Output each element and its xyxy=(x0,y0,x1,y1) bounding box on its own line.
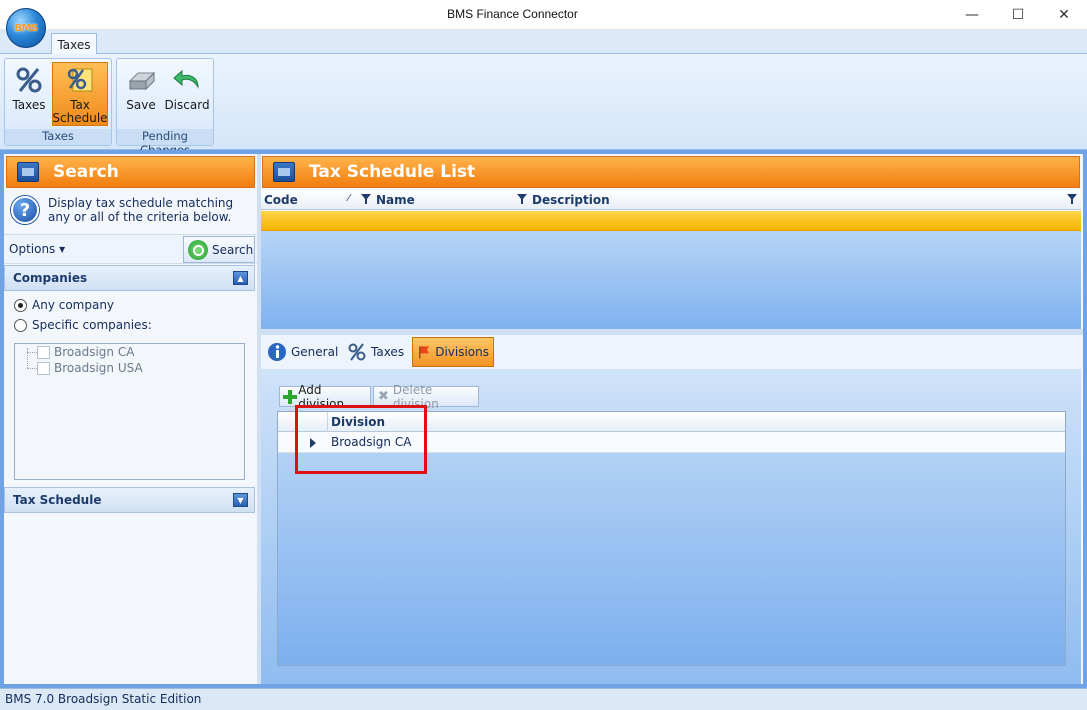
tab-divisions[interactable]: Divisions xyxy=(412,337,494,367)
tax-schedule-icon xyxy=(64,65,96,96)
options-row: Options ▾ Search xyxy=(4,234,257,264)
ribbon-tab-strip: Taxes xyxy=(0,30,1087,55)
tab-taxes[interactable]: Taxes xyxy=(343,337,408,367)
ribbon-group-label-pending: Pending Changes xyxy=(117,129,213,157)
ribbon-group-label-taxes: Taxes xyxy=(5,129,111,145)
radio-specific-label: Specific companies: xyxy=(32,318,152,332)
help-row: ? Display tax schedule matching any or a… xyxy=(8,194,253,230)
discard-button-label: Discard xyxy=(164,98,210,112)
search-panel-title: Search xyxy=(53,162,119,182)
tree-connector xyxy=(27,348,28,368)
help-text: Display tax schedule matching any or all… xyxy=(48,196,234,224)
annotation-highlight-box xyxy=(295,405,427,474)
tree-item-company[interactable]: Broadsign USA xyxy=(37,361,143,375)
undo-icon xyxy=(171,64,203,96)
radio-any-label: Any company xyxy=(32,298,115,312)
search-panel: Search ? Display tax schedule matching a… xyxy=(4,154,257,684)
tree-connector xyxy=(27,368,37,369)
info-icon xyxy=(268,343,286,361)
checkbox[interactable] xyxy=(37,361,50,375)
maximize-button[interactable]: ☐ xyxy=(995,0,1041,30)
tax-schedule-section-title: Tax Schedule xyxy=(13,493,102,507)
ribbon-group-taxes: Taxes Tax Schedule Taxes xyxy=(4,58,112,146)
list-panel-title: Tax Schedule List xyxy=(309,162,476,182)
minimize-button[interactable]: — xyxy=(949,0,995,30)
title-bar: BMS Finance Connector — ☐ ✕ xyxy=(0,0,1087,30)
tree-connector xyxy=(27,352,37,353)
delete-division-button[interactable]: ✖ Delete division xyxy=(373,383,479,411)
search-icon xyxy=(188,239,208,260)
companies-section-header[interactable]: Companies ▲ xyxy=(4,265,255,291)
filter-icon[interactable] xyxy=(1067,194,1077,205)
taxes-button-label: Taxes xyxy=(12,98,46,112)
folder-icon xyxy=(17,162,39,182)
column-header-description[interactable]: Description xyxy=(532,193,610,207)
checkbox[interactable] xyxy=(37,345,50,359)
taxes-button[interactable]: Taxes xyxy=(7,62,51,126)
company-tree: Broadsign CA Broadsign USA xyxy=(14,343,245,480)
plus-icon xyxy=(283,389,298,404)
save-button[interactable]: Save xyxy=(122,62,160,126)
frame-border xyxy=(1083,150,1087,688)
ribbon-tab-taxes[interactable]: Taxes xyxy=(51,33,97,55)
detail-tab-strip: General Taxes Divisions xyxy=(261,335,1081,369)
radio-specific-companies[interactable]: Specific companies: xyxy=(14,318,152,332)
companies-section-title: Companies xyxy=(13,271,88,285)
window-title: BMS Finance Connector xyxy=(447,7,578,21)
discard-button[interactable]: Discard xyxy=(163,62,211,126)
search-button[interactable]: Search xyxy=(183,236,255,263)
radio-any-company[interactable]: Any company xyxy=(14,298,114,312)
tax-schedule-section-header[interactable]: Tax Schedule ▼ xyxy=(4,487,255,513)
status-bar: BMS 7.0 Broadsign Static Edition xyxy=(0,688,1087,710)
radio-button-selected[interactable] xyxy=(14,298,27,312)
add-division-button[interactable]: Add division xyxy=(279,383,371,411)
search-button-label: Search xyxy=(212,242,254,257)
list-panel-header: Tax Schedule List xyxy=(262,156,1080,188)
save-button-label: Save xyxy=(126,98,156,112)
column-header-name[interactable]: Name xyxy=(376,193,415,207)
search-panel-header: Search xyxy=(6,156,255,188)
list-grid-header: Code ⁄ Name Description xyxy=(261,190,1081,210)
app-logo-icon[interactable]: BMS xyxy=(6,8,46,48)
company-label: Broadsign CA xyxy=(54,345,135,359)
expand-down-icon[interactable]: ▼ xyxy=(233,493,248,507)
collapse-up-icon[interactable]: ▲ xyxy=(233,271,248,285)
save-icon xyxy=(125,64,157,96)
tree-item-company[interactable]: Broadsign CA xyxy=(37,345,134,359)
selected-row[interactable] xyxy=(261,211,1081,231)
close-button[interactable]: ✕ xyxy=(1041,0,1087,30)
percent-icon xyxy=(13,64,45,96)
tax-schedule-button[interactable]: Tax Schedule xyxy=(52,62,108,126)
help-icon: ? xyxy=(11,196,39,224)
company-label: Broadsign USA xyxy=(54,361,143,375)
list-grid-body xyxy=(261,231,1081,329)
percent-icon xyxy=(348,343,366,361)
tab-general-label: General xyxy=(291,345,339,359)
ribbon: Taxes Tax Schedule Taxes Save Discard Pe… xyxy=(0,54,1087,157)
filter-icon[interactable] xyxy=(517,194,527,205)
delete-icon: ✖ xyxy=(377,388,389,404)
tax-schedule-label-line2: Schedule xyxy=(52,111,108,125)
tab-divisions-label: Divisions xyxy=(435,345,489,359)
tab-taxes-label: Taxes xyxy=(371,345,405,359)
radio-button[interactable] xyxy=(14,318,27,332)
options-dropdown[interactable]: Options ▾ xyxy=(9,242,65,256)
tab-general[interactable]: General xyxy=(263,337,342,367)
filter-icon[interactable] xyxy=(361,194,371,205)
folder-icon xyxy=(273,162,295,182)
column-header-code[interactable]: Code xyxy=(264,193,298,207)
ribbon-group-pending-changes: Save Discard Pending Changes xyxy=(116,58,214,157)
flag-icon xyxy=(419,346,430,359)
sort-indicator-icon: ⁄ xyxy=(348,193,350,204)
